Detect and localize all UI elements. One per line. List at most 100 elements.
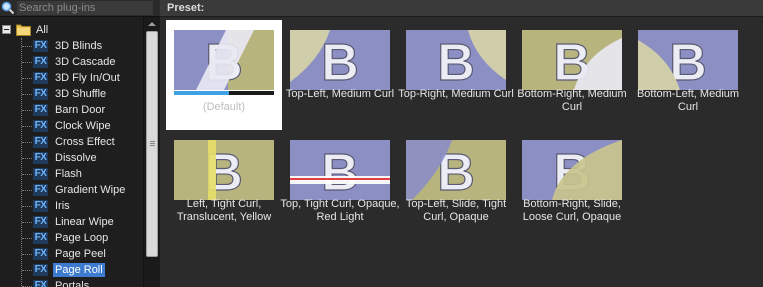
search-input[interactable]	[17, 1, 153, 15]
preset-thumbnail: B	[290, 30, 390, 90]
tree-scrollbar[interactable]	[143, 17, 160, 287]
svg-text:B: B	[321, 144, 359, 200]
preset-header-title: Preset:	[167, 2, 205, 14]
tree-item-dissolve[interactable]: FX Dissolve	[0, 150, 140, 166]
tree-item-linear-wipe[interactable]: FX Linear Wipe	[0, 214, 140, 230]
preset-default[interactable]: B (Default)	[166, 20, 282, 130]
tree-connector	[22, 238, 32, 239]
preset-thumbnail: B	[290, 140, 390, 200]
tree-item-3d-fly-in-out[interactable]: FX 3D Fly In/Out	[0, 70, 140, 86]
tree-item-label: Linear Wipe	[55, 216, 114, 228]
scroll-up-arrow-icon[interactable]	[144, 17, 160, 31]
fx-icon: FX	[33, 88, 48, 100]
svg-text:B: B	[437, 34, 475, 90]
tree-connector	[22, 254, 32, 255]
fx-icon: FX	[33, 40, 48, 52]
tree-item-portals[interactable]: FX Portals	[0, 278, 140, 287]
preset-bottom-right-medium-curl[interactable]: B Bottom-Right, Medium Curl	[514, 20, 630, 130]
preset-thumbnail: B	[406, 30, 506, 90]
preset-panel: Preset: B(Default)BTop-Left, Medium Curl…	[160, 0, 763, 287]
tree-connector	[22, 142, 32, 143]
tree-item-3d-shuffle[interactable]: FX 3D Shuffle	[0, 86, 140, 102]
tree-item-label: Dissolve	[55, 152, 97, 164]
plugin-tree: All FX 3D Blinds FX 3D Cascade FX 3D Fly In/O…	[0, 20, 143, 287]
tree-connector	[22, 94, 32, 95]
tree-item-label: Portals	[55, 280, 90, 287]
preset-thumbnail: B	[522, 30, 622, 90]
preset-thumbnail: B	[406, 140, 506, 200]
tree-item-label: Gradient Wipe	[55, 184, 126, 196]
tree-connector	[22, 110, 32, 111]
tree-item-label: Cross Effect	[55, 136, 115, 148]
fx-icon: FX	[33, 184, 48, 196]
tree-item-label: Page Loop	[55, 232, 109, 244]
fx-icon: FX	[33, 264, 48, 276]
grip-line	[150, 145, 155, 146]
preset-bottom-right-slide-loose-curl-opaque[interactable]: BBottom-Right, Slide, Loose Curl, Opaque	[514, 130, 630, 240]
preset-label: Left, Tight Curl, Translucent, Yellow	[176, 198, 272, 223]
collapse-toggle[interactable]	[2, 25, 11, 34]
tree-root-label: All	[36, 24, 49, 36]
preset-top-left-slide-tight-curl-opaque[interactable]: B Top-Left, Slide, Tight Curl, Opaque	[398, 130, 514, 240]
tree-item-label: 3D Blinds	[55, 40, 103, 52]
tree-item-3d-cascade[interactable]: FX 3D Cascade	[0, 54, 140, 70]
preset-top-tight-curl-opaque-red-light[interactable]: B Top, Tight Curl, Opaque, Red Light	[280, 130, 400, 240]
preset-label: Bottom-Right, Medium Curl	[517, 88, 627, 113]
folder-icon	[16, 23, 31, 36]
tree-item-label: Barn Door	[55, 104, 106, 116]
search-bar	[0, 0, 160, 17]
preview-progress-bar	[174, 91, 274, 95]
preset-label: Top-Left, Slide, Tight Curl, Opaque	[405, 198, 507, 223]
tree-connector	[22, 174, 32, 175]
tree-item-gradient-wipe[interactable]: FX Gradient Wipe	[0, 182, 140, 198]
preset-top-right-medium-curl[interactable]: B Top-Right, Medium Curl	[398, 20, 514, 130]
preset-top-left-medium-curl[interactable]: B Top-Left, Medium Curl	[282, 20, 398, 130]
fx-icon: FX	[33, 120, 48, 132]
tree-item-cross-effect[interactable]: FX Cross Effect	[0, 134, 140, 150]
fx-icon: FX	[33, 152, 48, 164]
tree-item-label: 3D Shuffle	[55, 88, 107, 100]
fx-icon: FX	[33, 168, 48, 180]
tree-item-label: 3D Fly In/Out	[55, 72, 120, 84]
svg-text:B: B	[321, 34, 359, 90]
tree-connector	[22, 126, 32, 127]
preset-label: Top-Left, Medium Curl	[285, 88, 395, 100]
grip-line	[150, 141, 155, 142]
tree-item-iris[interactable]: FX Iris	[0, 198, 140, 214]
tree-connector	[22, 206, 32, 207]
preset-header: Preset:	[160, 0, 763, 17]
preset-thumbnail: B	[522, 140, 622, 200]
tree-item-barn-door[interactable]: FX Barn Door	[0, 102, 140, 118]
fx-icon: FX	[33, 72, 48, 84]
tree-connector	[22, 78, 32, 79]
preset-thumbnail: B	[174, 30, 274, 90]
tree-item-flash[interactable]: FX Flash	[0, 166, 140, 182]
scrollbar-thumb[interactable]	[146, 31, 158, 257]
tree-root-all[interactable]: All	[0, 22, 140, 38]
tree-item-3d-blinds[interactable]: FX 3D Blinds	[0, 38, 140, 54]
preset-label: Top, Tight Curl, Opaque, Red Light	[280, 198, 400, 223]
fx-icon: FX	[33, 104, 48, 116]
tree-connector	[22, 270, 32, 271]
preview-progress-fill	[174, 91, 229, 95]
fx-icon: FX	[33, 200, 48, 212]
tree-item-label: Iris	[55, 200, 70, 212]
tree-item-page-roll[interactable]: FX Page Roll	[0, 262, 140, 278]
preset-thumbnail: B	[174, 140, 274, 200]
search-icon[interactable]	[1, 1, 15, 15]
tree-item-page-loop[interactable]: FX Page Loop	[0, 230, 140, 246]
preset-label: (Default)	[202, 101, 246, 113]
tree-item-label: 3D Cascade	[55, 56, 116, 68]
fx-icon: FX	[33, 248, 48, 260]
tree-item-page-peel[interactable]: FX Page Peel	[0, 246, 140, 262]
fx-icon: FX	[33, 232, 48, 244]
preset-label: Bottom-Right, Slide, Loose Curl, Opaque	[522, 198, 622, 223]
tree-connector	[22, 222, 32, 223]
tree-item-label: Page Roll	[53, 263, 105, 277]
tree-item-label: Clock Wipe	[55, 120, 111, 132]
preset-left-tight-curl-translucent-yellow[interactable]: B Left, Tight Curl, Translucent, Yellow	[166, 130, 282, 240]
preset-bottom-left-medium-curl[interactable]: B Bottom-Left, Medium Curl	[630, 20, 746, 130]
preset-thumbnail: B	[638, 30, 738, 90]
tree-item-clock-wipe[interactable]: FX Clock Wipe	[0, 118, 140, 134]
fx-icon: FX	[33, 280, 48, 287]
